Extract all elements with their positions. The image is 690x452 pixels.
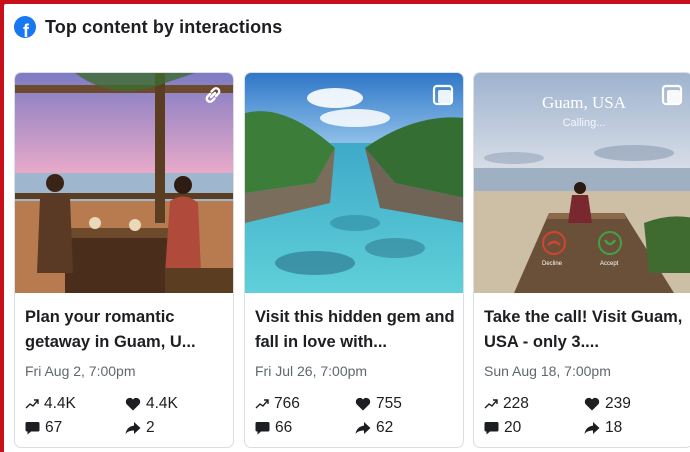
comments-value: 20	[504, 419, 522, 436]
reach-value: 228	[503, 395, 529, 412]
panel-title: Top content by interactions	[45, 16, 283, 37]
link-icon	[205, 87, 221, 103]
trend-up-icon	[25, 399, 39, 409]
post-card[interactable]: Plan your romantic getaway in Guam, U...…	[14, 72, 234, 448]
reach-value: 4.4K	[44, 395, 76, 412]
comments-stat: 20	[484, 419, 521, 437]
image-title: Guam, USA	[541, 93, 627, 112]
comment-icon	[255, 422, 270, 435]
reactions-stat: 4.4K	[125, 395, 178, 413]
post-date: Fri Jul 26, 7:00pm	[255, 363, 368, 379]
reactions-stat: 755	[355, 395, 402, 413]
reach-stat: 228	[484, 395, 529, 413]
post-caption: Take the call! Visit Guam, USA - only 3.…	[484, 308, 683, 351]
post-caption: Visit this hidden gem and fall in love w…	[255, 308, 455, 351]
post-caption: Plan your romantic getaway in Guam, U...	[25, 308, 196, 351]
reach-stat: 4.4K	[25, 395, 76, 413]
comments-stat: 67	[25, 419, 62, 437]
post-card[interactable]: Visit this hidden gem and fall in love w…	[244, 72, 464, 448]
reach-value: 766	[274, 395, 300, 412]
share-icon	[584, 422, 600, 434]
shares-stat: 62	[355, 419, 393, 437]
share-icon	[125, 422, 141, 434]
heart-icon	[125, 397, 141, 411]
reactions-stat: 239	[584, 395, 631, 413]
heart-icon	[355, 397, 371, 411]
comments-stat: 66	[255, 419, 292, 437]
photo-icon	[661, 84, 683, 106]
comments-value: 67	[45, 419, 63, 436]
reactions-value: 4.4K	[146, 395, 178, 412]
facebook-icon: f	[14, 16, 36, 38]
comments-value: 66	[275, 419, 293, 436]
comment-icon	[25, 422, 40, 435]
content-cards: Plan your romantic getaway in Guam, U...…	[14, 72, 690, 452]
heart-icon	[584, 397, 600, 411]
panel-header: f Top content by interactions	[14, 16, 282, 38]
decline-label: Decline	[542, 261, 563, 267]
reactions-value: 755	[376, 395, 402, 412]
shares-value: 2	[146, 419, 155, 436]
accept-label: Accept	[600, 261, 619, 267]
post-thumbnail[interactable]: Guam, USA Calling... Decline Accept	[474, 73, 690, 293]
comment-icon	[484, 422, 499, 435]
post-date: Fri Aug 2, 7:00pm	[25, 363, 136, 379]
reactions-value: 239	[605, 395, 631, 412]
trend-up-icon	[255, 399, 269, 409]
shares-stat: 2	[125, 419, 155, 437]
photo-icon	[432, 84, 454, 106]
share-icon	[355, 422, 371, 434]
reach-stat: 766	[255, 395, 300, 413]
shares-value: 18	[605, 419, 623, 436]
shares-value: 62	[376, 419, 394, 436]
trend-up-icon	[484, 399, 498, 409]
post-thumbnail[interactable]	[15, 73, 233, 293]
image-subtitle: Calling...	[562, 117, 606, 129]
post-card[interactable]: Guam, USA Calling... Decline Accept Take…	[473, 72, 690, 448]
post-thumbnail[interactable]	[245, 73, 463, 293]
post-date: Sun Aug 18, 7:00pm	[484, 363, 611, 379]
shares-stat: 18	[584, 419, 622, 437]
